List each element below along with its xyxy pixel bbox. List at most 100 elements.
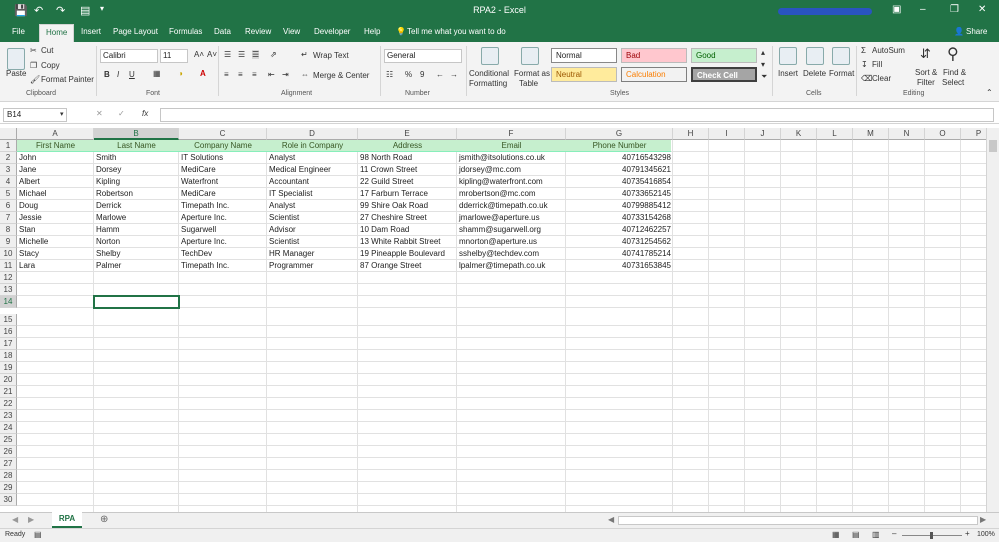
tell-me-search[interactable]: Tell me what you want to do bbox=[407, 27, 506, 36]
table-cell[interactable]: Albert bbox=[17, 176, 94, 188]
style-calculation[interactable]: Calculation bbox=[621, 67, 687, 82]
table-cell[interactable]: dderrick@timepath.co.uk bbox=[457, 200, 566, 212]
styles-scroll-down-icon[interactable]: ▾ bbox=[761, 60, 765, 69]
table-cell[interactable]: Hamm bbox=[94, 224, 179, 236]
column-header-c[interactable]: C bbox=[179, 128, 267, 140]
column-header-i[interactable]: I bbox=[709, 128, 745, 140]
borders-icon[interactable]: ▦ bbox=[153, 69, 161, 78]
table-cell[interactable]: Analyst bbox=[267, 200, 358, 212]
table-cell[interactable]: Timepath Inc. bbox=[179, 200, 267, 212]
collapse-ribbon-icon[interactable]: ⌃ bbox=[986, 88, 993, 97]
currency-icon[interactable]: ☷ bbox=[386, 70, 393, 79]
insert-cells-icon[interactable] bbox=[779, 47, 797, 65]
table-cell[interactable]: Lara bbox=[17, 260, 94, 272]
table-cell[interactable]: Jane bbox=[17, 164, 94, 176]
table-cell[interactable]: John bbox=[17, 152, 94, 164]
format-cells-icon[interactable] bbox=[832, 47, 850, 65]
format-cells-button[interactable]: Format bbox=[829, 69, 854, 78]
table-cell[interactable]: Marlowe bbox=[94, 212, 179, 224]
paste-button[interactable]: Paste bbox=[6, 69, 26, 78]
row-header-17[interactable]: 17 bbox=[0, 338, 17, 350]
row-header-19[interactable]: 19 bbox=[0, 362, 17, 374]
top-align-icon[interactable]: ☰ bbox=[224, 50, 231, 59]
page-layout-view-icon[interactable]: ▤ bbox=[852, 530, 860, 539]
table-cell[interactable]: Palmer bbox=[94, 260, 179, 272]
scroll-left-icon[interactable]: ◀ bbox=[608, 515, 614, 524]
table-cell[interactable]: 40712462257 bbox=[566, 224, 673, 236]
table-cell[interactable]: 13 White Rabbit Street bbox=[358, 236, 457, 248]
sheet-tab-rpa[interactable]: RPA bbox=[52, 512, 82, 528]
column-header-j[interactable]: J bbox=[745, 128, 781, 140]
vertical-scroll-thumb[interactable] bbox=[989, 140, 997, 152]
align-center-icon[interactable]: ≡ bbox=[238, 70, 243, 79]
sort-filter-icon[interactable]: ⇵ bbox=[920, 46, 931, 62]
column-header-n[interactable]: N bbox=[889, 128, 925, 140]
table-cell[interactable]: Sugarwell bbox=[179, 224, 267, 236]
zoom-out-icon[interactable]: – bbox=[892, 529, 896, 538]
restore-icon[interactable]: ❐ bbox=[950, 4, 959, 15]
vertical-scrollbar[interactable] bbox=[986, 128, 999, 512]
row-header-5[interactable]: 5 bbox=[0, 188, 17, 200]
table-cell[interactable]: 40733652145 bbox=[566, 188, 673, 200]
name-box[interactable]: B14 bbox=[3, 108, 67, 122]
macro-record-icon[interactable]: ▤ bbox=[34, 530, 42, 539]
font-color-icon[interactable]: A bbox=[200, 69, 206, 78]
autosum-button[interactable]: AutoSum bbox=[872, 46, 905, 55]
table-cell[interactable]: Stan bbox=[17, 224, 94, 236]
style-neutral[interactable]: Neutral bbox=[551, 67, 617, 82]
tab-file[interactable]: File bbox=[12, 27, 25, 36]
table-cell[interactable]: 98 North Road bbox=[358, 152, 457, 164]
font-size-select[interactable]: 11 bbox=[160, 49, 188, 63]
row-header-11[interactable]: 11 bbox=[0, 260, 17, 272]
header-cell[interactable]: Company Name bbox=[179, 140, 267, 152]
table-cell[interactable]: Medical Engineer bbox=[267, 164, 358, 176]
percent-button[interactable]: % bbox=[405, 70, 412, 79]
close-icon[interactable]: ✕ bbox=[978, 4, 986, 15]
paste-icon[interactable] bbox=[7, 48, 25, 70]
table-cell[interactable]: 27 Cheshire Street bbox=[358, 212, 457, 224]
decrease-font-icon[interactable]: A˅ bbox=[207, 50, 217, 59]
table-cell[interactable]: Waterfront bbox=[179, 176, 267, 188]
fill-button[interactable]: Fill bbox=[872, 60, 882, 69]
format-painter-button[interactable]: Format Painter bbox=[41, 75, 94, 84]
table-cell[interactable]: shamm@sugarwell.org bbox=[457, 224, 566, 236]
row-header-9[interactable]: 9 bbox=[0, 236, 17, 248]
formula-input[interactable] bbox=[160, 108, 994, 122]
row-header-27[interactable]: 27 bbox=[0, 458, 17, 470]
row-header-4[interactable]: 4 bbox=[0, 176, 17, 188]
table-cell[interactable]: Norton bbox=[94, 236, 179, 248]
minimize-icon[interactable]: – bbox=[920, 4, 926, 15]
table-cell[interactable]: Shelby bbox=[94, 248, 179, 260]
column-header-k[interactable]: K bbox=[781, 128, 817, 140]
increase-font-icon[interactable]: A˄ bbox=[194, 50, 204, 59]
table-cell[interactable]: Derrick bbox=[94, 200, 179, 212]
tab-review[interactable]: Review bbox=[245, 27, 271, 36]
table-cell[interactable]: 40733154268 bbox=[566, 212, 673, 224]
conditional-formatting-button[interactable]: Conditional bbox=[469, 69, 509, 78]
style-bad[interactable]: Bad bbox=[621, 48, 687, 63]
row-header-22[interactable]: 22 bbox=[0, 398, 17, 410]
table-cell[interactable]: 99 Shire Oak Road bbox=[358, 200, 457, 212]
increase-decimal-icon[interactable]: ← bbox=[436, 70, 444, 79]
column-header-l[interactable]: L bbox=[817, 128, 853, 140]
normal-view-icon[interactable]: ▦ bbox=[832, 530, 840, 539]
table-cell[interactable]: 40741785214 bbox=[566, 248, 673, 260]
middle-align-icon[interactable]: ☰ bbox=[238, 50, 245, 59]
styles-more-icon[interactable]: ⏷ bbox=[761, 72, 767, 82]
comma-style-button[interactable]: 9 bbox=[420, 70, 424, 79]
column-header-m[interactable]: M bbox=[853, 128, 889, 140]
font-name-select[interactable]: Calibri bbox=[100, 49, 158, 63]
indent-icon[interactable]: ⇤ bbox=[268, 70, 275, 79]
header-cell[interactable]: Email bbox=[457, 140, 566, 152]
row-header-20[interactable]: 20 bbox=[0, 374, 17, 386]
table-cell[interactable]: Accountant bbox=[267, 176, 358, 188]
table-cell[interactable]: jsmith@itsolutions.co.uk bbox=[457, 152, 566, 164]
row-header-30[interactable]: 30 bbox=[0, 494, 17, 506]
table-cell[interactable]: Scientist bbox=[267, 212, 358, 224]
row-header-7[interactable]: 7 bbox=[0, 212, 17, 224]
horizontal-scrollbar[interactable] bbox=[618, 516, 978, 525]
conditional-formatting-icon[interactable] bbox=[481, 47, 499, 65]
header-cell[interactable]: Last Name bbox=[94, 140, 179, 152]
column-header-f[interactable]: F bbox=[457, 128, 566, 140]
table-cell[interactable]: Dorsey bbox=[94, 164, 179, 176]
